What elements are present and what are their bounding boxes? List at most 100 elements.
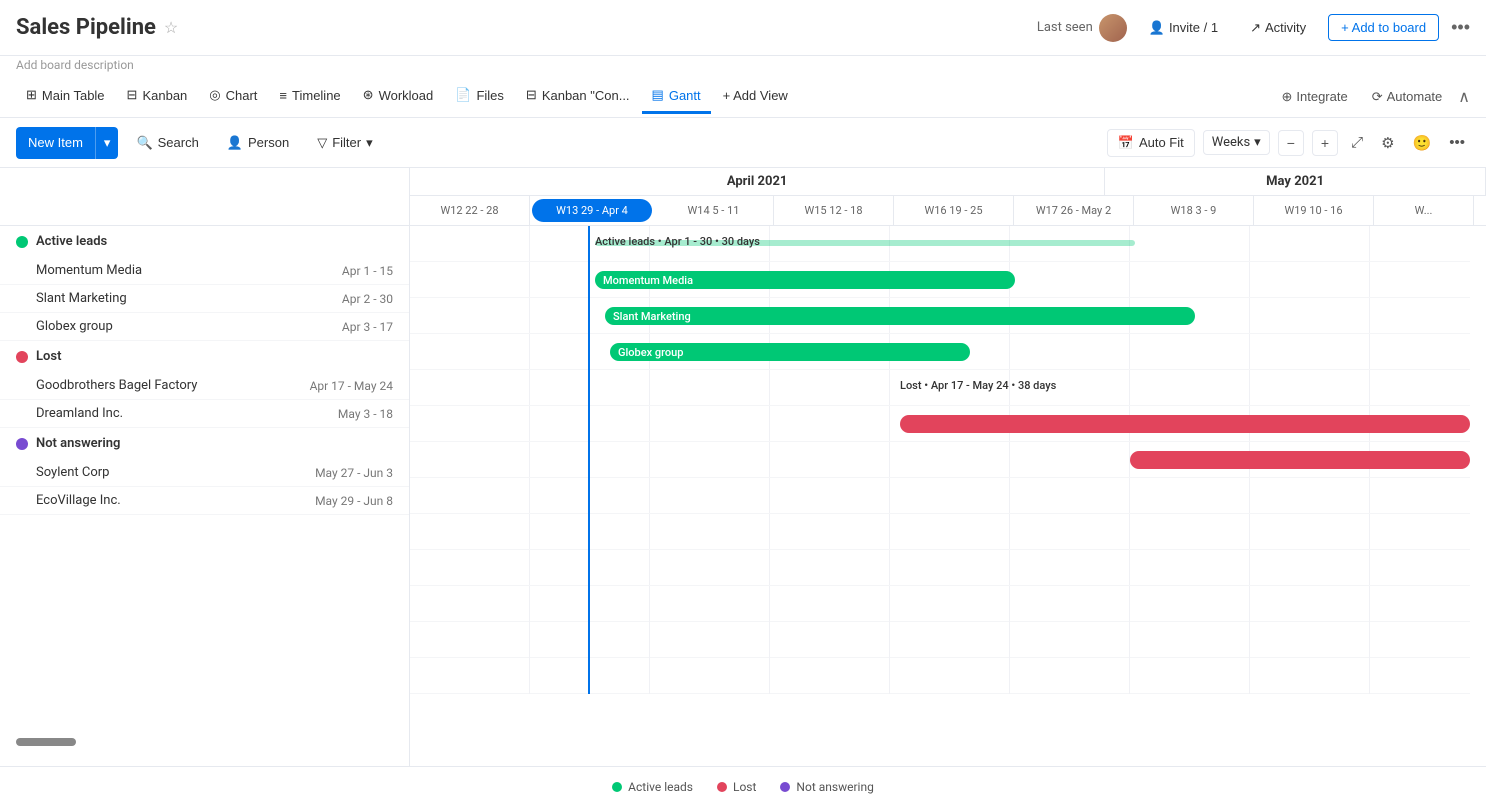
week-15: W15 12 - 18 <box>774 196 894 225</box>
add-to-board-button[interactable]: + Add to board <box>1328 14 1439 41</box>
board-title: Sales Pipeline <box>16 15 156 40</box>
app-header: Sales Pipeline ☆ Last seen 👤 Invite / 1 … <box>0 0 1486 56</box>
legend-not-answering: Not answering <box>780 780 873 794</box>
weeks-selector[interactable]: Weeks ▾ <box>1203 130 1270 155</box>
filter-button[interactable]: ▽ Filter ▾ <box>307 130 382 156</box>
integrate-button[interactable]: ⊕ Integrate <box>1273 85 1355 109</box>
not-answering-dot <box>16 438 28 450</box>
gantt-empty-row <box>410 586 1470 622</box>
gantt-group-row-lost: Lost • Apr 17 - May 24 • 38 days <box>410 370 1470 406</box>
globex-bar-label: Globex group <box>618 346 683 359</box>
legend-active-leads-dot <box>612 782 622 792</box>
kanban-con-icon: ⊟ <box>526 87 537 103</box>
gantt-row-goodbrothers <box>410 406 1470 442</box>
gantt-icon: ▤ <box>652 87 664 103</box>
kanban-icon: ⊟ <box>127 87 138 103</box>
search-button[interactable]: 🔍 Search <box>126 130 208 156</box>
tab-kanban-con[interactable]: ⊟ Kanban "Con... <box>516 79 640 114</box>
week-13-current: W13 29 - Apr 4 <box>532 199 652 222</box>
globex-bar[interactable]: Globex group <box>610 343 970 361</box>
list-item[interactable]: Soylent Corp May 27 - Jun 3 <box>0 459 409 487</box>
slant-bar[interactable]: Slant Marketing <box>605 307 1195 325</box>
expand-button[interactable]: ⤢ <box>1346 129 1368 156</box>
gantt-row-slant: Slant Marketing <box>410 298 1470 334</box>
group-lost: Lost <box>0 341 409 372</box>
tab-timeline[interactable]: ≡ Timeline <box>269 80 350 114</box>
gantt-right-panel[interactable]: April 2021 May 2021 W12 22 - 28 W13 29 -… <box>410 168 1486 766</box>
filter-icon: ▽ <box>317 135 327 151</box>
new-item-dropdown-arrow[interactable]: ▾ <box>95 127 119 159</box>
tab-main-table[interactable]: ⊞ Main Table <box>16 79 115 114</box>
automate-button[interactable]: ⟳ Automate <box>1364 85 1451 109</box>
week-14: W14 5 - 11 <box>654 196 774 225</box>
today-line <box>588 226 590 694</box>
tab-workload[interactable]: ⊛ Workload <box>353 79 444 114</box>
tab-add-view[interactable]: + Add View <box>713 80 798 114</box>
legend-active-leads: Active leads <box>612 780 693 794</box>
tab-files[interactable]: 📄 Files <box>445 79 514 114</box>
april-month: April 2021 <box>410 168 1105 195</box>
lost-dot <box>16 351 28 363</box>
legend-lost: Lost <box>717 780 756 794</box>
legend-not-answering-dot <box>780 782 790 792</box>
gantt-header: April 2021 May 2021 W12 22 - 28 W13 29 -… <box>410 168 1486 226</box>
more-toolbar-button[interactable]: ••• <box>1444 129 1470 156</box>
board-subtitle: Add board description <box>0 56 1486 76</box>
main-table-icon: ⊞ <box>26 87 37 103</box>
workload-icon: ⊛ <box>363 87 374 103</box>
zoom-out-button[interactable]: − <box>1278 130 1304 156</box>
gantt-row-momentum: Momentum Media <box>410 262 1470 298</box>
momentum-bar[interactable]: Momentum Media <box>595 271 1015 289</box>
scroll-indicator <box>16 738 76 746</box>
list-item[interactable]: Globex group Apr 3 - 17 <box>0 313 409 341</box>
gantt-group-row-active-leads: Active leads • Apr 1 - 30 • 30 days <box>410 226 1470 262</box>
gantt-row-dreamland <box>410 442 1470 478</box>
new-item-button[interactable]: New Item ▾ <box>16 127 118 159</box>
list-item[interactable]: Momentum Media Apr 1 - 15 <box>0 257 409 285</box>
header-right: Last seen 👤 Invite / 1 ↗ Activity + Add … <box>1037 14 1470 42</box>
weeks-chevron: ▾ <box>1254 135 1261 150</box>
collapse-nav-button[interactable]: ∧ <box>1458 87 1470 107</box>
search-icon: 🔍 <box>136 135 152 151</box>
filter-chevron: ▾ <box>366 135 373 151</box>
toolbar-right: 📅 Auto Fit Weeks ▾ − + ⤢ ⚙ 🙂 ••• <box>1107 129 1470 157</box>
gantt-months-row: April 2021 May 2021 <box>410 168 1486 196</box>
tab-gantt[interactable]: ▤ Gantt <box>642 79 711 114</box>
tab-chart[interactable]: ◎ Chart <box>199 79 267 114</box>
list-item[interactable]: EcoVillage Inc. May 29 - Jun 8 <box>0 487 409 515</box>
zoom-in-button[interactable]: + <box>1312 130 1338 156</box>
emoji-button[interactable]: 🙂 <box>1408 129 1437 157</box>
list-item[interactable]: Slant Marketing Apr 2 - 30 <box>0 285 409 313</box>
week-18: W18 3 - 9 <box>1134 196 1254 225</box>
new-item-label[interactable]: New Item <box>16 127 95 159</box>
lost-bar-label: Lost • Apr 17 - May 24 • 38 days <box>900 379 1056 392</box>
person-button[interactable]: 👤 Person <box>217 130 299 156</box>
last-seen-label: Last seen <box>1037 14 1127 42</box>
list-item[interactable]: Goodbrothers Bagel Factory Apr 17 - May … <box>0 372 409 400</box>
toolbar: New Item ▾ 🔍 Search 👤 Person ▽ Filter ▾ … <box>0 118 1486 168</box>
invite-button[interactable]: 👤 Invite / 1 <box>1139 14 1228 42</box>
gantt-row-ecovillage <box>410 550 1470 586</box>
settings-button[interactable]: ⚙ <box>1376 129 1399 157</box>
activity-button[interactable]: ↗ Activity <box>1240 14 1316 42</box>
timeline-icon: ≡ <box>279 88 287 103</box>
list-item[interactable]: Dreamland Inc. May 3 - 18 <box>0 400 409 428</box>
goodbrothers-bar[interactable] <box>900 415 1470 433</box>
chart-icon: ◎ <box>209 87 220 103</box>
dreamland-bar[interactable] <box>1130 451 1470 469</box>
person-filter-icon: 👤 <box>227 135 243 151</box>
more-options-button[interactable]: ••• <box>1451 17 1470 38</box>
star-icon[interactable]: ☆ <box>164 18 178 37</box>
gantt-row-globex: Globex group <box>410 334 1470 370</box>
legend-lost-dot <box>717 782 727 792</box>
files-icon: 📄 <box>455 87 471 103</box>
gantt-body: Active leads • Apr 1 - 30 • 30 days Mome… <box>410 226 1470 694</box>
tab-kanban[interactable]: ⊟ Kanban <box>117 79 198 114</box>
momentum-bar-label: Momentum Media <box>603 274 693 287</box>
slant-bar-label: Slant Marketing <box>613 310 691 323</box>
week-20: W... <box>1374 196 1474 225</box>
active-leads-bar-label: Active leads • Apr 1 - 30 • 30 days <box>595 235 760 248</box>
group-not-answering: Not answering <box>0 428 409 459</box>
gantt-empty-row <box>410 658 1470 694</box>
auto-fit-button[interactable]: 📅 Auto Fit <box>1107 129 1195 157</box>
